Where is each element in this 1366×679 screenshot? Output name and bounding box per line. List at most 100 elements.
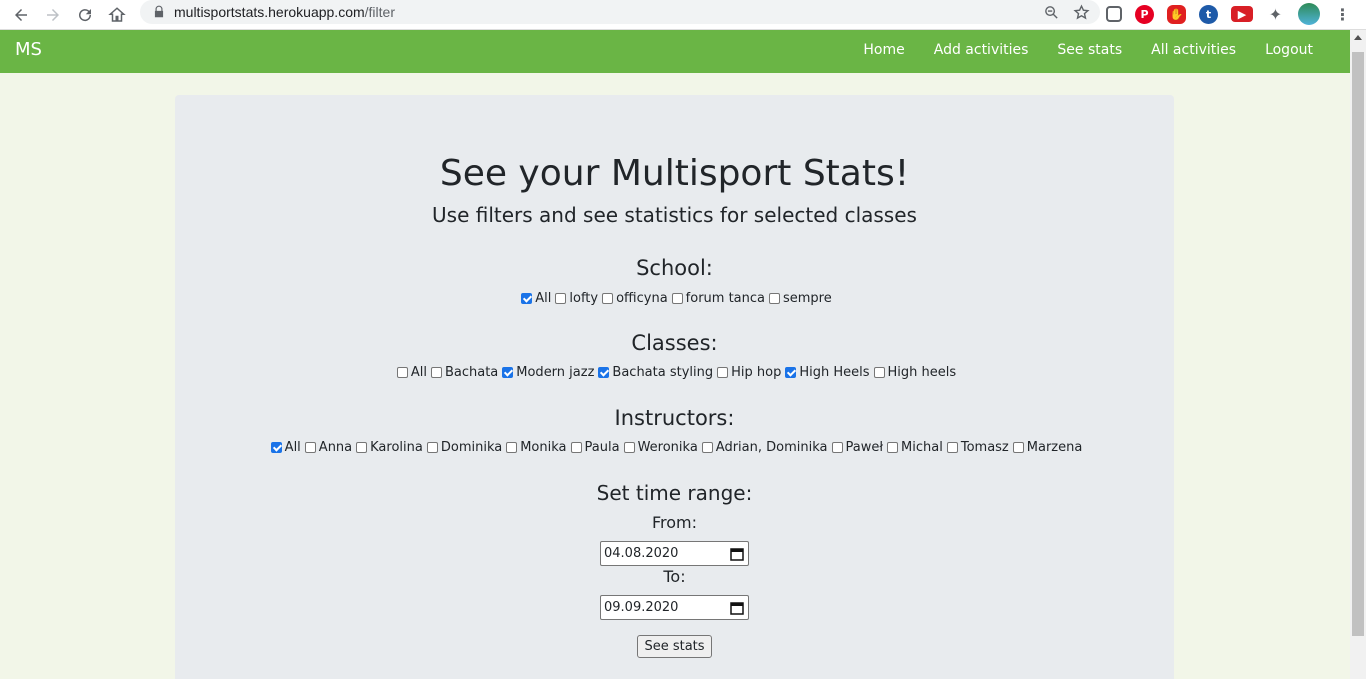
browser-toolbar: multisportstats.herokuapp.com/filter P ✋… — [0, 0, 1366, 30]
instructors-option[interactable]: Marzena — [1009, 440, 1083, 455]
url-text: multisportstats.herokuapp.com/filter — [174, 4, 395, 20]
instructors-option[interactable]: Paula — [567, 440, 620, 455]
see-stats-button[interactable]: See stats — [637, 635, 712, 658]
classes-option[interactable]: Modern jazz — [498, 365, 594, 380]
instructors-option[interactable]: Monika — [502, 440, 567, 455]
classes-checkbox[interactable] — [785, 367, 797, 378]
adblock-icon[interactable]: ✋ — [1167, 4, 1186, 24]
school-checkbox[interactable] — [602, 293, 614, 304]
school-option-label: forum tanca — [685, 291, 765, 306]
instructors-checkbox[interactable] — [1012, 442, 1024, 453]
instructors-checkbox[interactable] — [506, 442, 518, 453]
school-option[interactable]: officyna — [598, 291, 668, 306]
scroll-thumb[interactable] — [1352, 52, 1364, 636]
instructors-checkbox[interactable] — [887, 442, 899, 453]
instructors-checkbox[interactable] — [701, 442, 713, 453]
address-bar[interactable]: multisportstats.herokuapp.com/filter — [140, 0, 1100, 24]
nav-add-activities[interactable]: Add activities — [934, 42, 1029, 58]
back-icon[interactable] — [10, 4, 32, 26]
instructors-option-label: Tomasz — [960, 440, 1009, 455]
calendar-icon[interactable] — [730, 547, 744, 561]
instructors-option[interactable]: Paweł — [828, 440, 884, 455]
scroll-up-icon[interactable] — [1354, 35, 1362, 40]
school-option[interactable]: lofty — [551, 291, 598, 306]
instructors-checkbox[interactable] — [356, 442, 368, 453]
classes-option[interactable]: All — [393, 365, 427, 380]
classes-checkbox[interactable] — [873, 367, 885, 378]
classes-checkbox[interactable] — [717, 367, 729, 378]
home-icon[interactable] — [106, 4, 128, 26]
nav-all-activities[interactable]: All activities — [1151, 42, 1236, 58]
classes-option[interactable]: Bachata styling — [594, 365, 713, 380]
school-options: All lofty officyna forum tanca sempre — [175, 291, 1174, 306]
school-checkbox[interactable] — [769, 293, 780, 304]
pocket-icon[interactable] — [1106, 6, 1122, 22]
instructors-checkbox[interactable] — [570, 442, 582, 453]
video-icon[interactable]: ▶ — [1231, 6, 1253, 22]
instructors-option[interactable]: Weronika — [620, 440, 698, 455]
instructors-checkbox[interactable] — [426, 442, 438, 453]
school-checkbox[interactable] — [671, 293, 683, 304]
to-date-value: 09.09.2020 — [604, 600, 679, 615]
school-option[interactable]: sempre — [765, 291, 832, 306]
school-option[interactable]: All — [517, 291, 551, 306]
instructors-option[interactable]: Tomasz — [943, 440, 1009, 455]
instructors-option[interactable]: All — [267, 440, 301, 455]
calendar-icon[interactable] — [730, 601, 744, 615]
instructors-checkbox[interactable] — [270, 442, 282, 453]
tumblr-icon[interactable]: t — [1199, 4, 1218, 24]
from-date-input[interactable]: 04.08.2020 — [600, 541, 749, 566]
site-navbar: MS Home Add activities See stats All act… — [0, 30, 1350, 73]
school-checkbox[interactable] — [555, 293, 567, 304]
nav-home[interactable]: Home — [863, 42, 904, 58]
star-icon[interactable] — [1072, 3, 1090, 21]
instructors-option[interactable]: Anna — [301, 440, 352, 455]
zoom-icon[interactable] — [1042, 3, 1060, 21]
page-subtitle: Use filters and see statistics for selec… — [432, 203, 917, 227]
school-option-label: All — [535, 291, 552, 306]
extensions-icon[interactable]: ✦ — [1266, 5, 1285, 24]
classes-option[interactable]: High heels — [870, 365, 956, 380]
classes-checkbox[interactable] — [598, 367, 610, 378]
instructors-option[interactable]: Michal — [883, 440, 943, 455]
classes-option[interactable]: Bachata — [427, 365, 498, 380]
classes-option[interactable]: Hip hop — [713, 365, 781, 380]
classes-option[interactable]: High Heels — [781, 365, 870, 380]
instructors-option-label: Michal — [901, 440, 943, 455]
reload-icon[interactable] — [74, 4, 96, 26]
classes-options: All Bachata Modern jazz Bachata styling Hip … — [175, 365, 1174, 380]
school-option-label: lofty — [569, 291, 599, 306]
classes-option-label: Hip hop — [731, 365, 782, 380]
instructors-option[interactable]: Adrian, Dominika — [698, 440, 828, 455]
school-checkbox[interactable] — [521, 293, 533, 304]
classes-option-label: Bachata — [444, 365, 499, 380]
instructors-option-label: Marzena — [1026, 440, 1083, 455]
instructors-checkbox[interactable] — [623, 442, 635, 453]
pinterest-icon[interactable]: P — [1135, 4, 1154, 24]
forward-icon[interactable] — [42, 4, 64, 26]
classes-checkbox[interactable] — [396, 367, 408, 378]
instructors-option-label: Anna — [318, 440, 353, 455]
instructors-option[interactable]: Karolina — [352, 440, 423, 455]
instructors-option[interactable]: Dominika — [423, 440, 502, 455]
instructors-option-label: Monika — [520, 440, 567, 455]
instructors-checkbox[interactable] — [831, 442, 843, 453]
from-date-value: 04.08.2020 — [604, 546, 679, 561]
menu-icon[interactable]: ⋮ — [1333, 5, 1352, 24]
classes-checkbox[interactable] — [430, 367, 442, 378]
classes-checkbox[interactable] — [502, 367, 514, 378]
nav-logout[interactable]: Logout — [1265, 42, 1313, 58]
avatar[interactable] — [1298, 3, 1320, 25]
page-scrollbar[interactable] — [1350, 30, 1366, 679]
nav-see-stats[interactable]: See stats — [1057, 42, 1122, 58]
instructors-checkbox[interactable] — [946, 442, 958, 453]
instructors-option-label: All — [284, 440, 301, 455]
classes-heading: Classes: — [631, 331, 718, 355]
instructors-option-label: Paweł — [845, 440, 884, 455]
instructors-options: All Anna Karolina Dominika Monika Paula Weroni… — [175, 440, 1174, 455]
instructors-option-label: Karolina — [370, 440, 423, 455]
school-option[interactable]: forum tanca — [668, 291, 765, 306]
to-date-input[interactable]: 09.09.2020 — [600, 595, 749, 620]
brand-logo[interactable]: MS — [15, 39, 42, 60]
instructors-checkbox[interactable] — [304, 442, 316, 453]
